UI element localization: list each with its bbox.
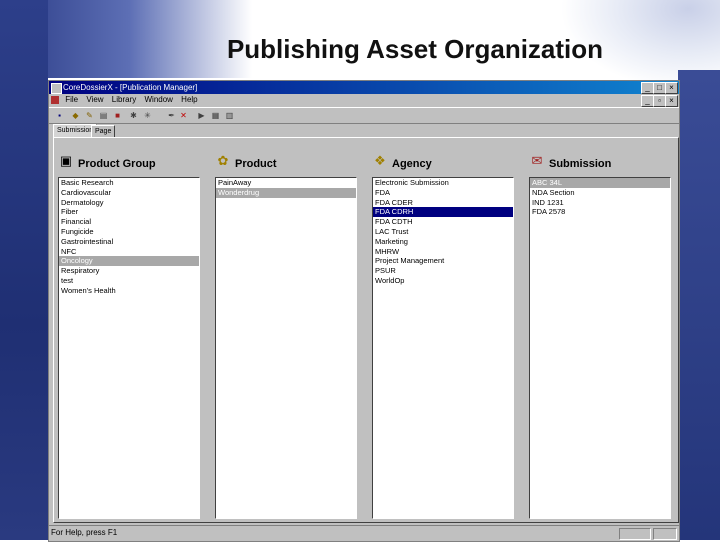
list-item[interactable]: Financial bbox=[59, 217, 199, 227]
list-item[interactable]: Fungicide bbox=[59, 227, 199, 237]
list-item[interactable]: Oncology bbox=[59, 256, 199, 267]
app-icon bbox=[51, 83, 62, 94]
column-title: Submission bbox=[549, 158, 612, 170]
status-cell bbox=[619, 528, 651, 540]
import-icon[interactable]: ▶ bbox=[197, 111, 206, 120]
column-header: ▣ Product Group bbox=[58, 152, 218, 174]
list-item[interactable]: FDA CDTH bbox=[373, 217, 513, 227]
list-item[interactable]: PSUR bbox=[373, 266, 513, 276]
product-list[interactable]: PainAway Wonderdrug bbox=[215, 177, 357, 519]
list-item[interactable]: NFC bbox=[59, 247, 199, 257]
list-item[interactable]: Women's Health bbox=[59, 286, 199, 296]
menu-window[interactable]: Window bbox=[144, 94, 172, 106]
column-title: Agency bbox=[392, 158, 432, 170]
list-item[interactable]: MHRW bbox=[373, 247, 513, 257]
list-item[interactable]: Gastrointestinal bbox=[59, 237, 199, 247]
settings-icon[interactable]: ✱ bbox=[129, 111, 138, 120]
info-icon[interactable]: ▥ bbox=[225, 111, 234, 120]
list-item[interactable]: IND 1231 bbox=[530, 198, 670, 208]
menu-bar: File View Library Window Help _ ▫ × bbox=[49, 94, 679, 107]
list-item[interactable]: Project Management bbox=[373, 256, 513, 266]
list-item[interactable]: NDA Section bbox=[530, 188, 670, 198]
agency-list[interactable]: Electronic Submission FDA FDA CDER FDA CDRH… bbox=[372, 177, 514, 519]
menu-library[interactable]: Library bbox=[112, 94, 136, 106]
list-item[interactable]: Marketing bbox=[373, 237, 513, 247]
copy-icon[interactable]: ▤ bbox=[99, 111, 108, 120]
list-item[interactable]: LAC Trust bbox=[373, 227, 513, 237]
link-icon[interactable]: ✎ bbox=[85, 111, 94, 120]
status-bar: For Help, press F1 bbox=[49, 525, 679, 540]
child-close-button[interactable]: × bbox=[665, 95, 678, 107]
column-header: ✉ Submission bbox=[529, 152, 689, 174]
column-title: Product bbox=[235, 158, 277, 170]
slide-right-band bbox=[678, 70, 720, 540]
submission-list[interactable]: ABC 34L NDA Section IND 1231 FDA 2578 bbox=[529, 177, 671, 519]
list-item[interactable]: Wonderdrug bbox=[216, 187, 356, 198]
product-group-list[interactable]: Basic Research Cardiovascular Dermatology F… bbox=[58, 177, 200, 519]
toolbar: ▪ ◆ ✎ ▤ ■ ✱ ✳ ✒ ✕ ▶ ▦ ▥ bbox=[49, 107, 679, 124]
slide-left-band bbox=[0, 0, 48, 540]
slide-title: Publishing Asset Organization bbox=[226, 34, 604, 64]
list-item[interactable]: FDA bbox=[373, 188, 513, 198]
tools-icon[interactable]: ✳ bbox=[143, 111, 152, 120]
window-titlebar[interactable]: CoreDossierX - [Publication Manager] _ □… bbox=[49, 81, 679, 94]
agency-icon: ❖ bbox=[374, 153, 386, 168]
list-item[interactable]: test bbox=[59, 276, 199, 286]
list-item[interactable]: Respiratory bbox=[59, 266, 199, 276]
new-icon[interactable]: ▪ bbox=[55, 111, 64, 120]
document-icon[interactable] bbox=[51, 96, 59, 104]
menu-help[interactable]: Help bbox=[181, 94, 197, 106]
open-icon[interactable]: ◆ bbox=[71, 111, 80, 120]
app-window: CoreDossierX - [Publication Manager] _ □… bbox=[48, 80, 680, 542]
column-header: ❖ Agency bbox=[372, 152, 532, 174]
list-item[interactable]: ABC 34L bbox=[530, 178, 670, 188]
window-title: CoreDossierX - [Publication Manager] bbox=[63, 83, 198, 92]
list-item[interactable]: FDA CDRH bbox=[373, 207, 513, 218]
product-group-icon: ▣ bbox=[59, 153, 73, 168]
column-title: Product Group bbox=[78, 158, 156, 170]
status-cell bbox=[653, 528, 677, 540]
list-item[interactable]: Dermatology bbox=[59, 198, 199, 208]
list-item[interactable]: Fiber bbox=[59, 207, 199, 217]
main-panel: ▣ Product Group Basic Research Cardiovasc… bbox=[53, 137, 679, 523]
list-item[interactable]: WorldOp bbox=[373, 276, 513, 286]
close-button[interactable]: × bbox=[665, 82, 678, 94]
edit-icon[interactable]: ✒ bbox=[167, 111, 176, 120]
menu-file[interactable]: File bbox=[65, 94, 78, 106]
list-item[interactable]: Basic Research bbox=[59, 178, 199, 188]
delete-icon[interactable]: ✕ bbox=[179, 111, 188, 120]
column-header: ✿ Product bbox=[215, 152, 375, 174]
list-item[interactable]: Electronic Submission bbox=[373, 178, 513, 188]
list-item[interactable]: PainAway bbox=[216, 178, 356, 188]
status-text: For Help, press F1 bbox=[51, 528, 118, 537]
list-item[interactable]: FDA CDER bbox=[373, 198, 513, 208]
submission-icon: ✉ bbox=[531, 153, 543, 168]
product-icon: ✿ bbox=[217, 153, 229, 168]
menu-view[interactable]: View bbox=[86, 94, 103, 106]
list-item[interactable]: Cardiovascular bbox=[59, 188, 199, 198]
list-item[interactable]: FDA 2578 bbox=[530, 207, 670, 217]
print-icon[interactable]: ■ bbox=[113, 111, 122, 120]
export-icon[interactable]: ▦ bbox=[211, 111, 220, 120]
